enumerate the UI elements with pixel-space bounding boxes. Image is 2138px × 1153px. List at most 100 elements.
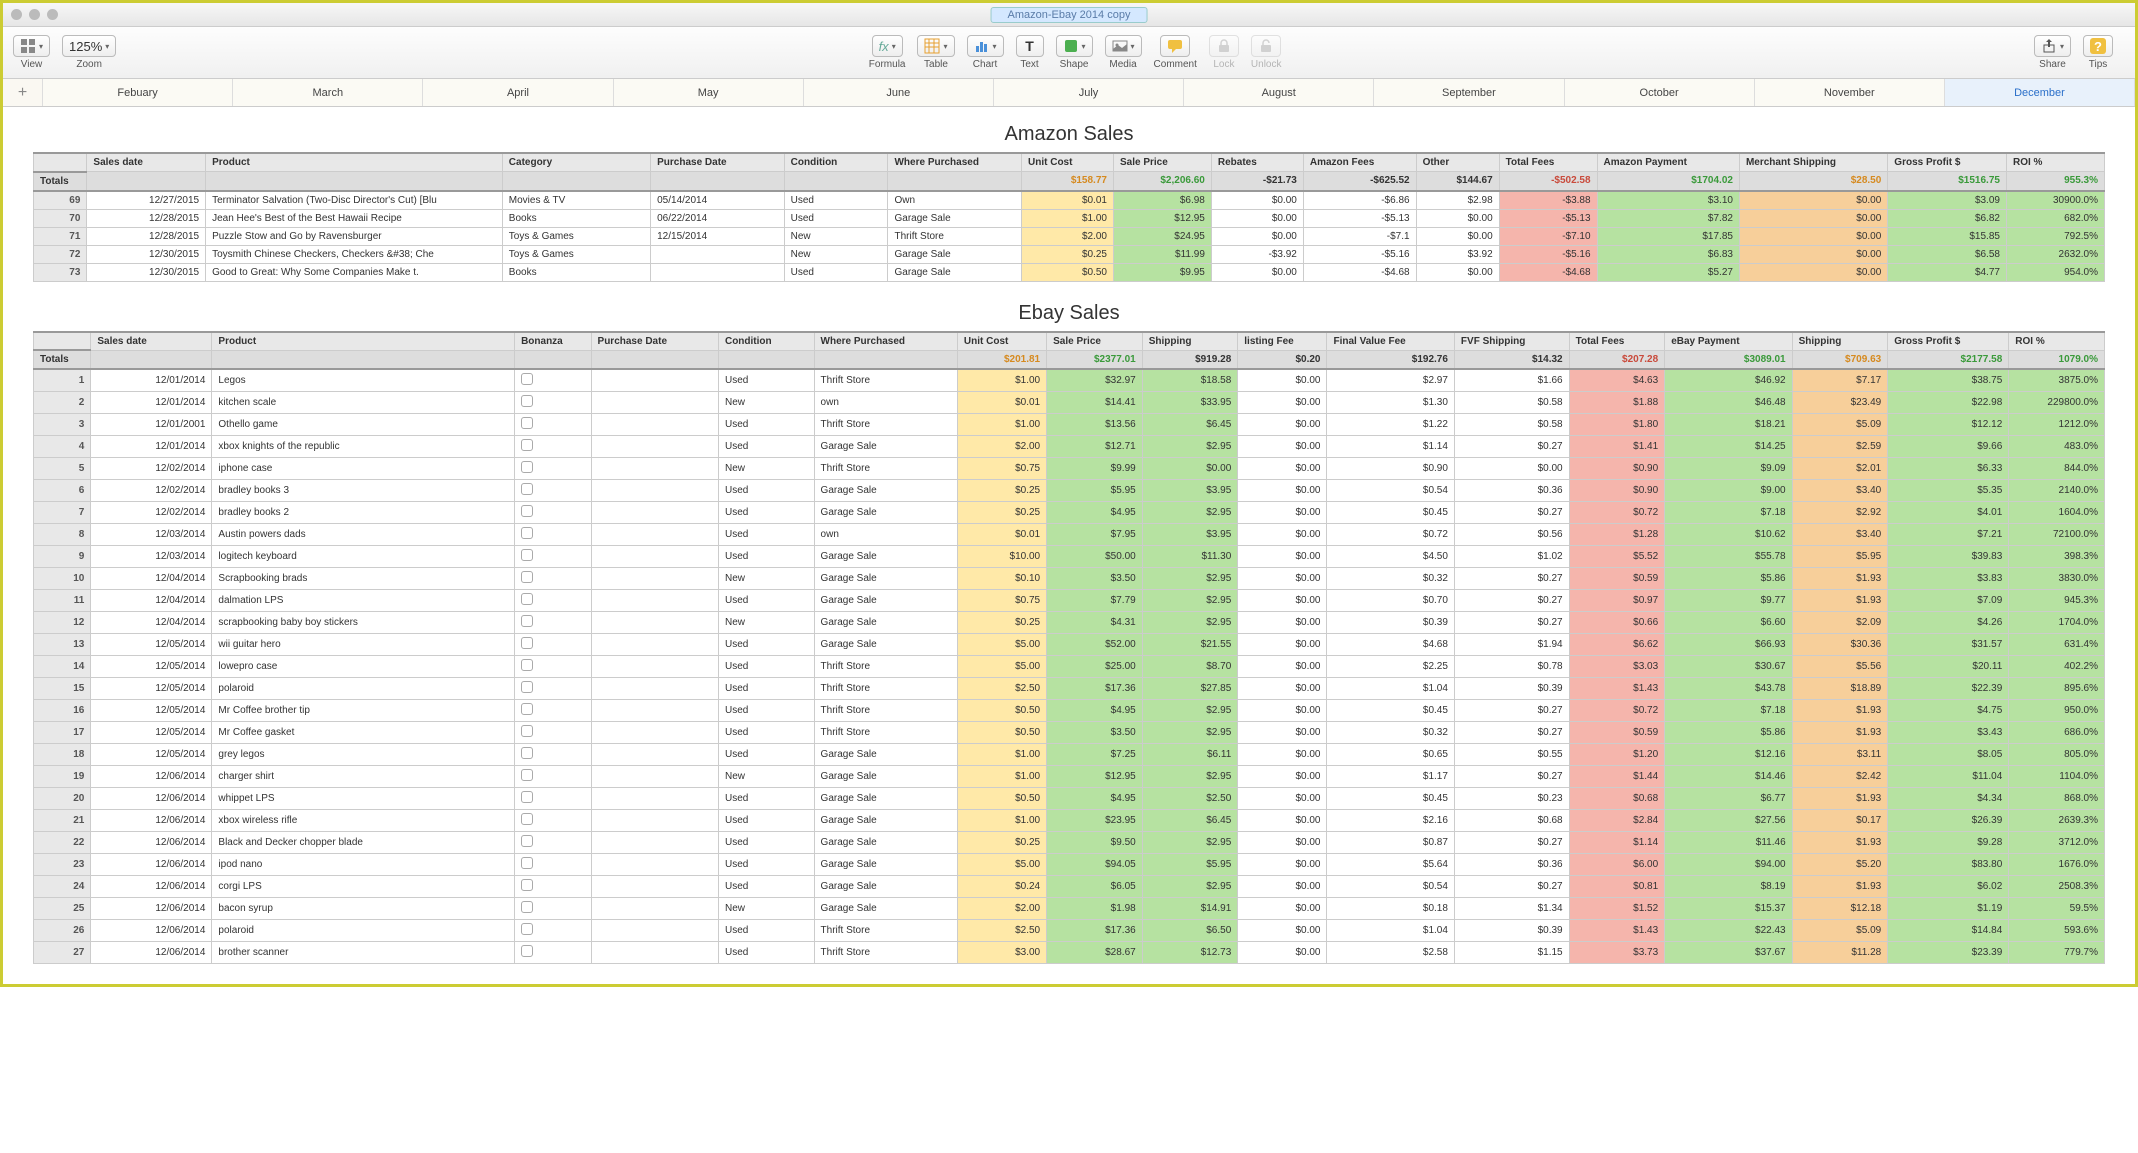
table-row[interactable]: 6912/27/2015Terminator Salvation (Two-Di… xyxy=(34,191,2105,210)
chart-button[interactable]: ▾ xyxy=(967,35,1004,57)
col-header[interactable]: Total Fees xyxy=(1569,332,1665,351)
checkbox[interactable] xyxy=(521,593,533,605)
col-header[interactable]: FVF Shipping xyxy=(1454,332,1569,351)
col-header[interactable]: eBay Payment xyxy=(1665,332,1792,351)
table-row[interactable]: 1012/04/2014Scrapbooking bradsNewGarage … xyxy=(34,568,2105,590)
col-header[interactable]: Shipping xyxy=(1142,332,1238,351)
col-header[interactable]: Amazon Payment xyxy=(1597,153,1739,172)
tab-april[interactable]: April xyxy=(423,79,613,106)
col-header[interactable]: Final Value Fee xyxy=(1327,332,1454,351)
col-header[interactable]: Sales date xyxy=(87,153,206,172)
media-button[interactable]: ▾ xyxy=(1105,35,1142,57)
table-row[interactable]: 7112/28/2015Puzzle Stow and Go by Ravens… xyxy=(34,227,2105,245)
table-row[interactable]: 2412/06/2014corgi LPSUsedGarage Sale$0.2… xyxy=(34,876,2105,898)
checkbox[interactable] xyxy=(521,527,533,539)
zoom-icon[interactable] xyxy=(47,9,58,20)
col-header[interactable]: Total Fees xyxy=(1499,153,1597,172)
checkbox[interactable] xyxy=(521,879,533,891)
minimize-icon[interactable] xyxy=(29,9,40,20)
shape-button[interactable]: ▾ xyxy=(1056,35,1093,57)
table-row[interactable]: 812/03/2014Austin powers dadsUsedown$0.0… xyxy=(34,524,2105,546)
checkbox[interactable] xyxy=(521,439,533,451)
ebay-table[interactable]: Sales dateProductBonanzaPurchase DateCon… xyxy=(33,331,2105,965)
col-header[interactable]: Category xyxy=(502,153,650,172)
col-header[interactable]: Rebates xyxy=(1211,153,1303,172)
table-row[interactable]: 912/03/2014logitech keyboardUsedGarage S… xyxy=(34,546,2105,568)
tab-october[interactable]: October xyxy=(1565,79,1755,106)
col-header[interactable]: Purchase Date xyxy=(591,332,718,351)
col-header[interactable]: Sales date xyxy=(91,332,212,351)
table-row[interactable]: 212/01/2014kitchen scaleNewown$0.01$14.4… xyxy=(34,392,2105,414)
checkbox[interactable] xyxy=(521,549,533,561)
col-header[interactable]: Amazon Fees xyxy=(1303,153,1416,172)
tab-june[interactable]: June xyxy=(804,79,994,106)
checkbox[interactable] xyxy=(521,483,533,495)
table-row[interactable]: 412/01/2014xbox knights of the republicU… xyxy=(34,436,2105,458)
col-header[interactable]: Gross Profit $ xyxy=(1888,153,2007,172)
table-row[interactable]: 2112/06/2014xbox wireless rifleUsedGarag… xyxy=(34,810,2105,832)
checkbox[interactable] xyxy=(521,725,533,737)
table-row[interactable]: 2712/06/2014brother scannerUsedThrift St… xyxy=(34,942,2105,964)
table-row[interactable]: 512/02/2014iphone caseNewThrift Store$0.… xyxy=(34,458,2105,480)
col-header[interactable]: ROI % xyxy=(2009,332,2105,351)
col-header[interactable]: Other xyxy=(1416,153,1499,172)
amazon-table[interactable]: Sales dateProductCategoryPurchase DateCo… xyxy=(33,152,2105,282)
col-header[interactable]: Unit Cost xyxy=(957,332,1046,351)
checkbox[interactable] xyxy=(521,835,533,847)
table-row[interactable]: 1912/06/2014charger shirtNewGarage Sale$… xyxy=(34,766,2105,788)
comment-button[interactable] xyxy=(1160,35,1190,57)
checkbox[interactable] xyxy=(521,659,533,671)
col-header[interactable]: Product xyxy=(212,332,515,351)
col-header[interactable]: Purchase Date xyxy=(651,153,785,172)
formula-button[interactable]: fx▾ xyxy=(872,35,903,57)
col-header[interactable]: ROI % xyxy=(2006,153,2104,172)
col-header[interactable]: Product xyxy=(206,153,503,172)
col-header[interactable]: Unit Cost xyxy=(1022,153,1114,172)
checkbox[interactable] xyxy=(521,769,533,781)
table-row[interactable]: 1212/04/2014scrapbooking baby boy sticke… xyxy=(34,612,2105,634)
share-button[interactable]: ▾ xyxy=(2034,35,2071,57)
col-header[interactable]: Shipping xyxy=(1792,332,1888,351)
table-row[interactable]: 1612/05/2014Mr Coffee brother tipUsedThr… xyxy=(34,700,2105,722)
checkbox[interactable] xyxy=(521,417,533,429)
tips-button[interactable]: ? xyxy=(2083,35,2113,57)
checkbox[interactable] xyxy=(521,373,533,385)
checkbox[interactable] xyxy=(521,923,533,935)
checkbox[interactable] xyxy=(521,615,533,627)
tab-febuary[interactable]: Febuary xyxy=(43,79,233,106)
table-row[interactable]: 2612/06/2014polaroidUsedThrift Store$2.5… xyxy=(34,920,2105,942)
table-row[interactable]: 7312/30/2015Good to Great: Why Some Comp… xyxy=(34,263,2105,281)
table-row[interactable]: 2212/06/2014Black and Decker chopper bla… xyxy=(34,832,2105,854)
checkbox[interactable] xyxy=(521,857,533,869)
col-header[interactable]: Sale Price xyxy=(1113,153,1211,172)
col-header[interactable]: Merchant Shipping xyxy=(1739,153,1887,172)
tab-july[interactable]: July xyxy=(994,79,1184,106)
col-header[interactable]: Bonanza xyxy=(515,332,591,351)
table-row[interactable]: 1112/04/2014dalmation LPSUsedGarage Sale… xyxy=(34,590,2105,612)
add-sheet-button[interactable]: + xyxy=(3,79,43,106)
tab-september[interactable]: September xyxy=(1374,79,1564,106)
checkbox[interactable] xyxy=(521,395,533,407)
checkbox[interactable] xyxy=(521,681,533,693)
table-row[interactable]: 612/02/2014bradley books 3UsedGarage Sal… xyxy=(34,480,2105,502)
table-row[interactable]: 1412/05/2014lowepro caseUsedThrift Store… xyxy=(34,656,2105,678)
checkbox[interactable] xyxy=(521,747,533,759)
checkbox[interactable] xyxy=(521,505,533,517)
table-row[interactable]: 1512/05/2014polaroidUsedThrift Store$2.5… xyxy=(34,678,2105,700)
table-row[interactable]: 312/01/2001Othello gameUsedThrift Store$… xyxy=(34,414,2105,436)
tab-march[interactable]: March xyxy=(233,79,423,106)
table-row[interactable]: 2312/06/2014ipod nanoUsedGarage Sale$5.0… xyxy=(34,854,2105,876)
checkbox[interactable] xyxy=(521,791,533,803)
checkbox[interactable] xyxy=(521,571,533,583)
table-row[interactable]: 7212/30/2015Toysmith Chinese Checkers, C… xyxy=(34,245,2105,263)
tab-august[interactable]: August xyxy=(1184,79,1374,106)
tab-may[interactable]: May xyxy=(614,79,804,106)
text-button[interactable]: T xyxy=(1016,35,1044,57)
table-row[interactable]: 7012/28/2015Jean Hee's Best of the Best … xyxy=(34,209,2105,227)
table-row[interactable]: 2012/06/2014whippet LPSUsedGarage Sale$0… xyxy=(34,788,2105,810)
col-header[interactable]: Condition xyxy=(784,153,888,172)
col-header[interactable]: Sale Price xyxy=(1047,332,1143,351)
checkbox[interactable] xyxy=(521,461,533,473)
table-button[interactable]: ▾ xyxy=(917,35,954,57)
col-header[interactable]: Where Purchased xyxy=(814,332,957,351)
